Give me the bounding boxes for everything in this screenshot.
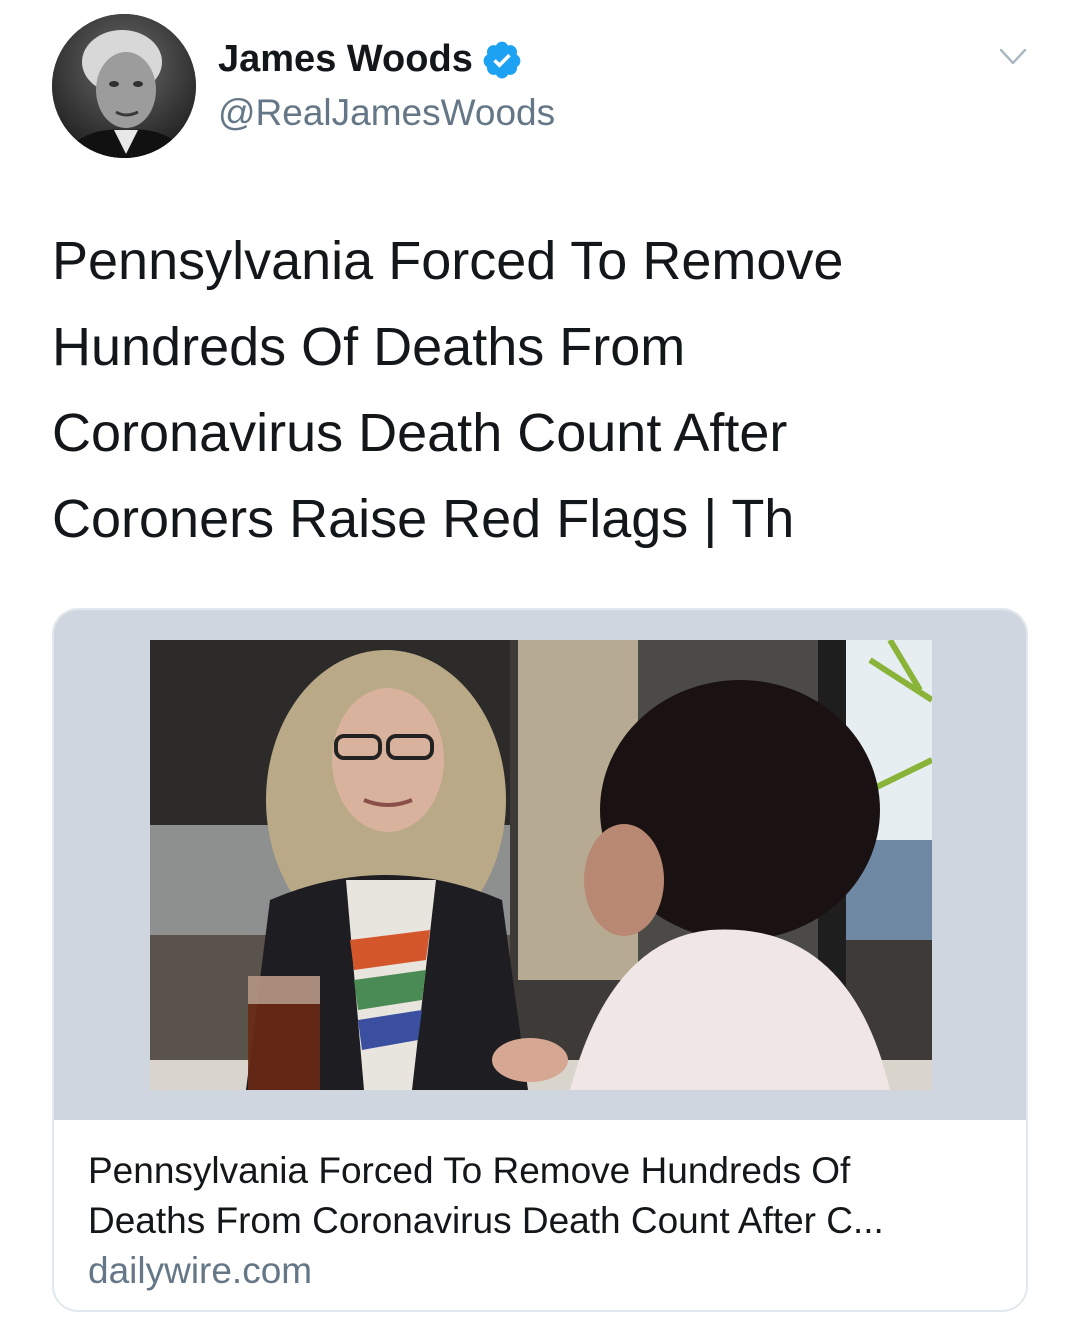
tweet-text: Pennsylvania Forced To Remove Hundreds O… — [52, 218, 1012, 562]
author-avatar[interactable] — [52, 14, 196, 158]
author-display-name[interactable]: James Woods — [218, 38, 523, 81]
author-name-text: James Woods — [218, 38, 473, 80]
card-title-line: Pennsylvania Forced To Remove Hundreds O… — [88, 1150, 851, 1191]
avatar-photo — [52, 14, 196, 158]
tweet-text-line: Pennsylvania Forced To Remove — [52, 231, 844, 291]
tweet: James Woods @RealJamesWoods Pennsylvania… — [0, 0, 1080, 1337]
tweet-text-line: Hundreds Of Deaths From — [52, 317, 686, 377]
chevron-down-icon[interactable] — [998, 46, 1028, 68]
card-title-line: Deaths From Coronavirus Death Count Afte… — [88, 1200, 884, 1241]
card-domain: dailywire.com — [88, 1250, 313, 1291]
tweet-text-line: Coronavirus Death Count After — [52, 403, 788, 463]
author-handle[interactable]: @RealJamesWoods — [218, 92, 555, 134]
verified-badge-icon — [481, 39, 523, 81]
link-preview-card[interactable]: Pennsylvania Forced To Remove Hundreds O… — [52, 608, 1028, 1312]
card-body: Pennsylvania Forced To Remove Hundreds O… — [54, 1120, 1026, 1296]
card-media — [54, 610, 1026, 1120]
tweet-text-line: Coroners Raise Red Flags | Th — [52, 489, 795, 549]
card-image[interactable] — [150, 640, 932, 1090]
